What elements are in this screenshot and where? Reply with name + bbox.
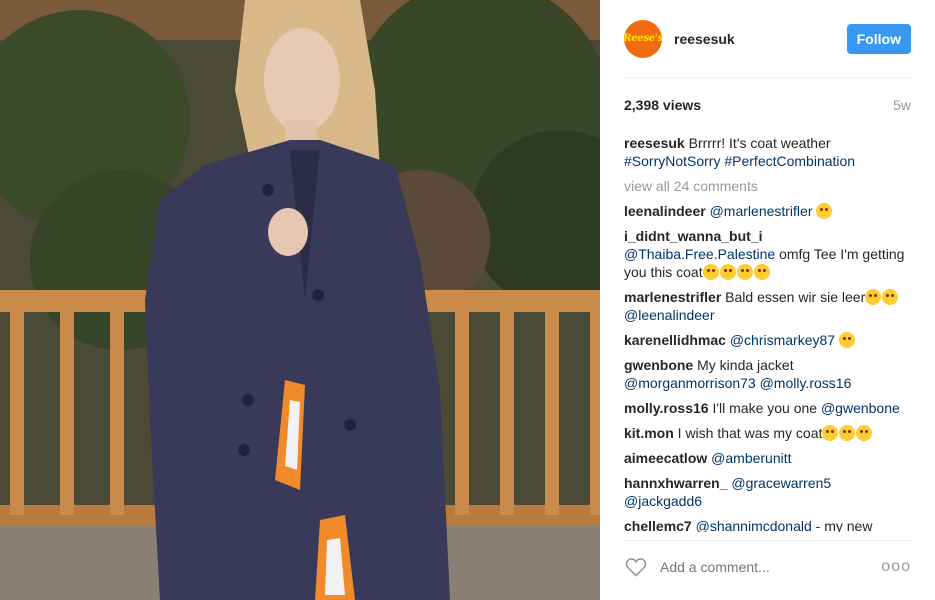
comment-mention[interactable]: @gwenbone — [821, 400, 900, 416]
comment-username[interactable]: karenellidhmac — [624, 332, 726, 348]
comment-item: marlenestrifler Bald essen wir sie leer … — [624, 288, 911, 324]
comment-mention[interactable]: @morganmorrison73 @molly.ross16 — [624, 375, 851, 391]
post-meta: 2,398 views 5w — [624, 97, 911, 113]
comment-item: aimeecatlow @amberunitt — [624, 449, 911, 467]
comment-item: i_didnt_wanna_but_i @Thaiba.Free.Palesti… — [624, 227, 911, 281]
comment-username[interactable]: molly.ross16 — [624, 400, 709, 416]
emoji-icon — [816, 203, 833, 219]
comment-text: I wish that was my coat — [677, 425, 823, 441]
heart-icon[interactable] — [624, 555, 648, 579]
emoji-icon — [822, 425, 839, 441]
emoji-icon — [865, 289, 882, 305]
comment-username[interactable]: chellemc7 — [624, 518, 692, 532]
avatar[interactable]: Reese's — [624, 19, 662, 58]
comment-footer: ooo — [624, 540, 911, 592]
comment-item: chellemc7 @shannimcdonald - my new — [624, 517, 911, 532]
post-header: Reese's reesesuk Follow — [624, 0, 911, 78]
emoji-icon — [882, 289, 899, 305]
comment-mention[interactable]: @chrismarkey87 — [730, 332, 835, 348]
comment-text: - my new — [815, 518, 873, 532]
comment-mention[interactable]: @amberunitt — [711, 450, 791, 466]
caption-hashtags[interactable]: #SorryNotSorry #PerfectCombination — [624, 153, 855, 169]
comment-mention[interactable]: @shannimcdonald — [696, 518, 812, 532]
comments-list[interactable]: reesesuk Brrrrr! It's coat weather #Sorr… — [624, 134, 911, 532]
comment-text: My kinda jacket — [697, 357, 794, 373]
side-panel: Reese's reesesuk Follow 2,398 views 5w r… — [600, 0, 935, 600]
more-options-icon[interactable]: ooo — [881, 558, 911, 576]
emoji-icon — [838, 332, 855, 348]
emoji-icon — [856, 425, 873, 441]
photo-illustration — [0, 0, 600, 600]
comment-mention[interactable]: @marlenestrifler — [710, 203, 813, 219]
avatar-logo-text: Reese's — [624, 33, 662, 44]
instagram-post: Reese's reesesuk Follow 2,398 views 5w r… — [0, 0, 935, 600]
comment-mention[interactable]: @Thaiba.Free.Palestine — [624, 246, 775, 262]
comment-text: I'll make you one — [712, 400, 818, 416]
comment-item: gwenbone My kinda jacket @morganmorrison… — [624, 356, 911, 392]
caption-username[interactable]: reesesuk — [624, 135, 685, 151]
post-age[interactable]: 5w — [893, 97, 911, 113]
comment-username[interactable]: hannxhwarren_ — [624, 475, 727, 491]
comment-username[interactable]: gwenbone — [624, 357, 693, 373]
emoji-icon — [839, 425, 856, 441]
comment-username[interactable]: aimeecatlow — [624, 450, 707, 466]
comment-username[interactable]: i_didnt_wanna_but_i — [624, 228, 762, 244]
comment-username[interactable]: leenalindeer — [624, 203, 706, 219]
post-photo[interactable] — [0, 0, 600, 600]
comment-item: molly.ross16 I'll make you one @gwenbone — [624, 399, 911, 417]
comment-item: karenellidhmac @chrismarkey87 — [624, 331, 911, 349]
add-comment-input[interactable] — [660, 558, 882, 575]
comment-item: kit.mon I wish that was my coat — [624, 424, 911, 442]
comment-mention[interactable]: @leenalindeer — [624, 307, 715, 323]
emoji-icon — [702, 264, 719, 280]
view-count: 2,398 views — [624, 97, 702, 113]
comment-item: leenalindeer @marlenestrifler — [624, 202, 911, 220]
comment-username[interactable]: kit.mon — [624, 425, 674, 441]
comment-container: leenalindeer @marlenestrifler i_didnt_wa… — [624, 202, 911, 532]
view-all-comments-link[interactable]: view all 24 comments — [624, 177, 911, 195]
comment-text: Bald essen wir sie leer — [725, 289, 866, 305]
header-username[interactable]: reesesuk — [674, 31, 847, 47]
caption: reesesuk Brrrrr! It's coat weather #Sorr… — [624, 134, 911, 170]
emoji-icon — [736, 264, 753, 280]
caption-text: Brrrrr! It's coat weather — [688, 135, 831, 151]
emoji-icon — [753, 264, 770, 280]
comment-username[interactable]: marlenestrifler — [624, 289, 721, 305]
comment-item: hannxhwarren_ @gracewarren5 @jackgadd6 — [624, 474, 911, 510]
follow-button[interactable]: Follow — [846, 23, 911, 54]
emoji-icon — [719, 264, 736, 280]
